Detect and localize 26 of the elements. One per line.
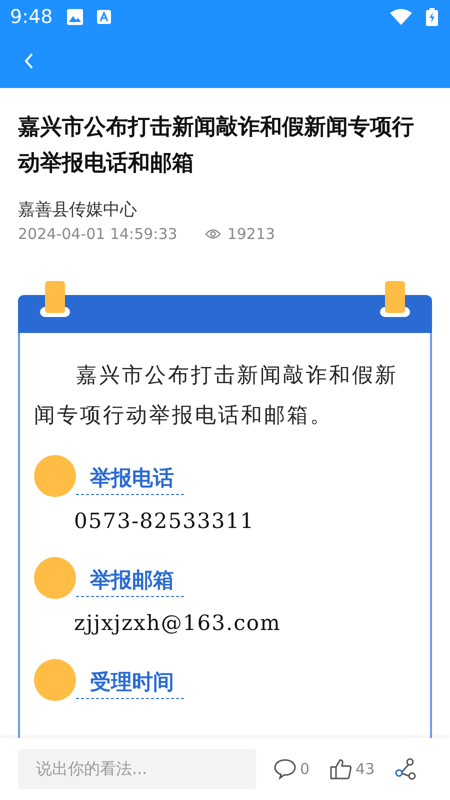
back-icon[interactable] [23,52,35,70]
comment-field[interactable]: 说出你的看法... [18,749,256,789]
section-value: zjjxjzxh@163.com [74,611,282,635]
circle-icon [34,557,76,599]
comment-count: 0 [300,760,310,778]
circle-icon [34,455,76,497]
font-icon [96,10,111,24]
view-count: 19213 [227,225,276,243]
share-icon[interactable] [394,758,417,780]
battery-icon [426,8,438,26]
section-value: 0573-82533311 [74,509,256,533]
eye-icon [205,228,222,240]
intro-paragraph: 嘉兴市公布打击新闻敲诈和假新闻专项行动举报电话和邮箱。 [34,362,399,429]
comment-icon[interactable] [274,758,296,780]
article-source: 嘉善县传媒中心 [18,199,138,221]
thumbs-up-icon[interactable] [330,758,352,780]
article-date: 2024-04-01 14:59:33 [18,225,178,243]
section-heading: 受理时间 [76,668,184,699]
section-heading: 举报电话 [76,464,184,495]
circle-icon [34,659,76,701]
section-heading: 举报邮箱 [76,566,184,597]
status-time: 9:48 [10,6,53,28]
wifi-icon [390,9,412,25]
image-icon [66,9,83,25]
article-title: 嘉兴市公布打击新闻敲诈和假新闻专项行动举报电话和邮箱 [18,114,415,178]
like-count: 43 [356,760,375,778]
